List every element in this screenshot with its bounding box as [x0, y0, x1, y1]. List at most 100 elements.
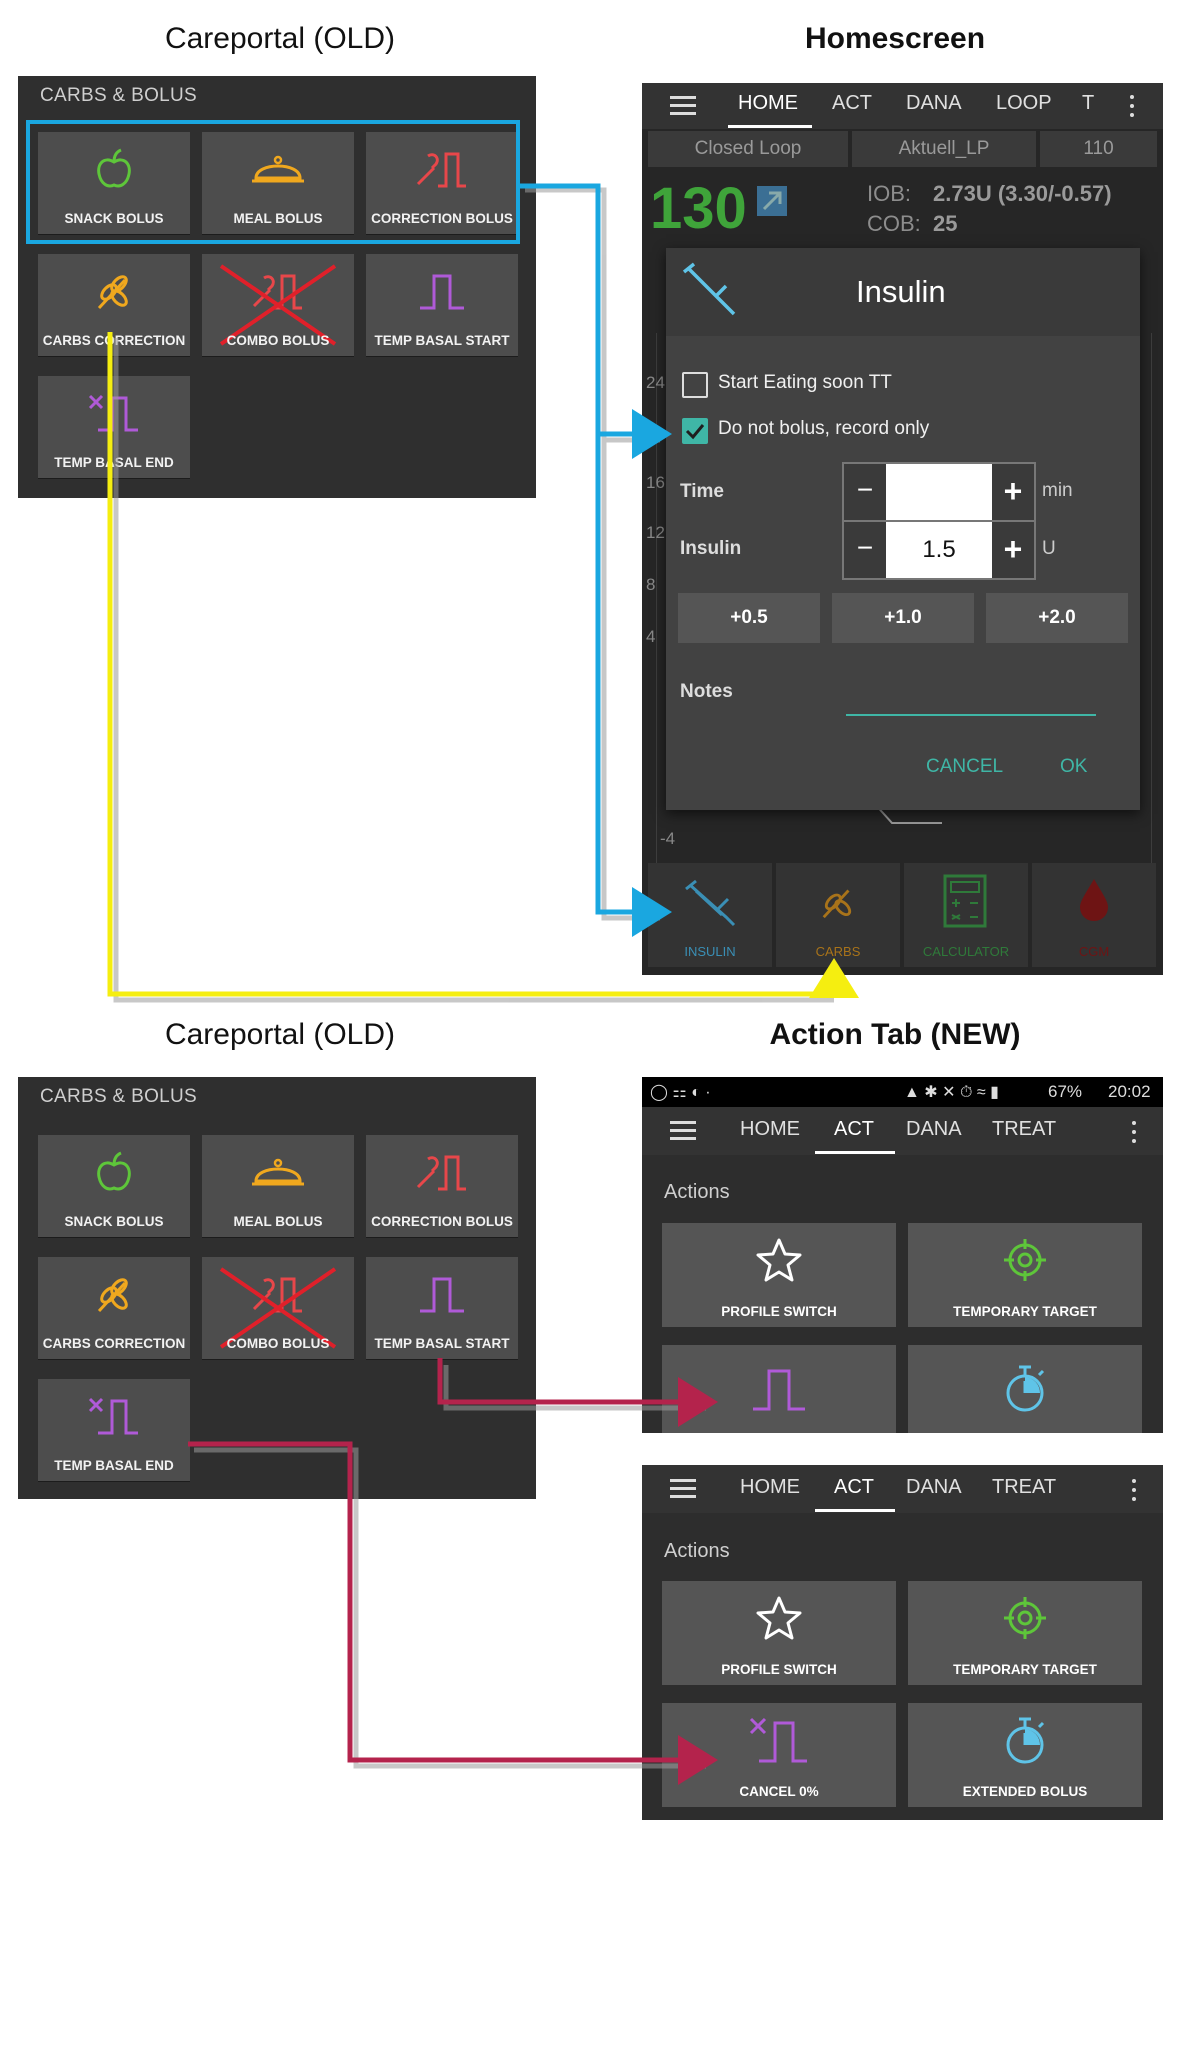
extended-bolus-button[interactable]: EXTENDED BOLUS — [908, 1703, 1142, 1807]
extended-bolus-action-button[interactable] — [908, 1345, 1142, 1433]
act-top-bar: HOME ACT DANA TREAT — [642, 1107, 1163, 1155]
status-bar: ◯ ⚏ ◐ · ▲ ✱ ✕ ⏱ ≈ ▮ 67% 20:02 — [642, 1077, 1163, 1107]
iob-value: 2.73U (3.30/-0.57) — [933, 181, 1112, 206]
overflow-menu-icon[interactable] — [1130, 95, 1134, 99]
temp-basal-end-label: TEMP BASAL END — [54, 455, 174, 470]
syringe-icon — [682, 262, 736, 316]
calculator-button[interactable]: CALCULATOR — [904, 863, 1028, 967]
record-only-checkbox[interactable] — [682, 418, 708, 444]
snack-bolus-button[interactable]: SNACK BOLUS — [38, 1135, 190, 1237]
actions-section-label: Actions — [664, 1181, 730, 1203]
tab-dana[interactable]: DANA — [906, 1476, 962, 1499]
syringe-icon — [685, 879, 736, 927]
action-tab-phone-2: HOME ACT DANA TREAT Actions PROFILE SWIT… — [642, 1465, 1163, 1820]
insulin-button[interactable]: INSULIN — [648, 863, 772, 967]
heading-homescreen: Homescreen — [804, 22, 986, 55]
tab-treat[interactable]: TREAT — [992, 1476, 1056, 1499]
check-icon — [685, 424, 705, 440]
tab-home[interactable]: HOME — [740, 1118, 800, 1141]
temp-basal-start-button[interactable]: TEMP BASAL START — [366, 254, 518, 356]
profile-switch-label: PROFILE SWITCH — [721, 1304, 837, 1319]
eating-soon-checkbox[interactable] — [682, 372, 708, 398]
profile-switch-button[interactable]: PROFILE SWITCH — [662, 1223, 896, 1327]
meal-bolus-button[interactable]: MEAL BOLUS — [202, 1135, 354, 1237]
menu-icon[interactable] — [670, 1479, 696, 1482]
overflow-menu-icon[interactable] — [1132, 1121, 1136, 1125]
temp-basal-end-button[interactable]: TEMP BASAL END — [38, 376, 190, 478]
quick-add-1-0-button[interactable]: +1.0 — [832, 593, 974, 643]
menu-icon[interactable] — [670, 96, 696, 99]
temporary-target-button[interactable]: TEMPORARY TARGET — [908, 1223, 1142, 1327]
tab-dana[interactable]: DANA — [906, 92, 962, 115]
target-icon — [1004, 1597, 1046, 1639]
carbs-button-label: CARBS — [815, 944, 861, 959]
cancel-temp-basal-button[interactable]: CANCEL 0% — [662, 1703, 896, 1807]
tab-home[interactable]: HOME — [738, 92, 798, 115]
notes-input[interactable] — [846, 714, 1096, 716]
time-input[interactable] — [886, 464, 992, 520]
tab-loop[interactable]: LOOP — [996, 92, 1052, 115]
quick-add-2-0-button[interactable]: +2.0 — [986, 593, 1128, 643]
axis-tick-8: 8 — [646, 575, 656, 594]
star-icon — [756, 1238, 802, 1282]
temp-basal-start-label: TEMP BASAL START — [374, 1336, 510, 1351]
eating-soon-label: Start Eating soon TT — [718, 372, 892, 393]
status-right-icons: ▲ ✱ ✕ ⏱ ≈ ▮ — [904, 1084, 999, 1101]
profile-switch-button[interactable]: PROFILE SWITCH — [662, 1581, 896, 1685]
carbs-correction-button[interactable]: CARBS CORRECTION — [38, 1257, 190, 1359]
carbs-button[interactable]: CARBS — [776, 863, 900, 967]
temp-basal-end-label: TEMP BASAL END — [54, 1458, 174, 1473]
cancel-button[interactable]: CANCEL — [926, 756, 1003, 778]
profile-chip[interactable]: Aktuell_LP — [852, 131, 1036, 167]
tab-dana[interactable]: DANA — [906, 1118, 962, 1141]
quick-add-0-5-button[interactable]: +0.5 — [678, 593, 820, 643]
tab-t[interactable]: T — [1082, 92, 1094, 115]
overflow-menu-icon[interactable] — [1132, 1479, 1136, 1483]
insulin-plus-button[interactable]: + — [992, 522, 1034, 578]
wheat-icon — [97, 1278, 128, 1313]
temporary-target-label: TEMPORARY TARGET — [953, 1662, 1097, 1677]
insulin-input[interactable]: 1.5 — [886, 522, 992, 578]
axis-tick-minus4: -4 — [660, 829, 676, 848]
action-tab-phone-1: ◯ ⚏ ◐ · ▲ ✱ ✕ ⏱ ≈ ▮ 67% 20:02 HOME ACT D… — [642, 1077, 1163, 1433]
carbs-correction-button[interactable]: CARBS CORRECTION — [38, 254, 190, 356]
heading-careportal-old-2: Careportal (OLD) — [164, 1018, 396, 1051]
correction-bolus-button[interactable]: CORRECTION BOLUS — [366, 1135, 518, 1237]
time-minus-button[interactable]: − — [844, 464, 886, 520]
temp-basal-end-button[interactable]: TEMP BASAL END — [38, 1379, 190, 1481]
axis-tick-24: 24 — [646, 373, 665, 392]
insulin-minus-button[interactable]: − — [844, 522, 886, 578]
temporary-target-button[interactable]: TEMPORARY TARGET — [908, 1581, 1142, 1685]
correction-bolus-icon — [416, 1155, 466, 1191]
ok-button[interactable]: OK — [1060, 756, 1087, 778]
axis-tick-16: 16 — [646, 473, 665, 492]
tab-home[interactable]: HOME — [740, 1476, 800, 1499]
cgm-button[interactable]: CGM — [1032, 863, 1156, 967]
temp-basal-icon — [753, 1369, 805, 1411]
careportal-title: CARBS & BOLUS — [40, 85, 198, 106]
temp-basal-start-label: TEMP BASAL START — [374, 333, 510, 348]
tab-treat[interactable]: TREAT — [992, 1118, 1056, 1141]
blue-arrow — [520, 183, 672, 937]
meal-bolus-label: MEAL BOLUS — [233, 1214, 323, 1229]
combo-bolus-button[interactable]: COMBO BOLUS — [202, 254, 354, 356]
cancel-temp-basal-label: CANCEL 0% — [739, 1784, 819, 1799]
combo-bolus-button[interactable]: COMBO BOLUS — [202, 1257, 354, 1359]
star-icon — [756, 1596, 802, 1640]
insulin-unit: U — [1042, 538, 1056, 559]
notes-label: Notes — [680, 681, 733, 702]
closed-loop-chip[interactable]: Closed Loop — [648, 131, 848, 167]
time-plus-button[interactable]: + — [992, 464, 1034, 520]
stopwatch-icon — [1006, 1717, 1045, 1764]
record-only-label: Do not bolus, record only — [718, 418, 930, 439]
temp-basal-start-icon — [420, 274, 464, 310]
insulin-dialog: Insulin Start Eating soon TT Do not bolu… — [666, 248, 1140, 810]
target-chip[interactable]: 110 — [1040, 131, 1157, 167]
tab-act[interactable]: ACT — [834, 1118, 874, 1141]
tab-act[interactable]: ACT — [834, 1476, 874, 1499]
temp-basal-action-button[interactable] — [662, 1345, 896, 1433]
tab-act[interactable]: ACT — [832, 92, 872, 115]
status-left-icons: ◯ ⚏ ◐ · — [650, 1084, 711, 1101]
temp-basal-start-button[interactable]: TEMP BASAL START — [366, 1257, 518, 1359]
menu-icon[interactable] — [670, 1121, 696, 1124]
